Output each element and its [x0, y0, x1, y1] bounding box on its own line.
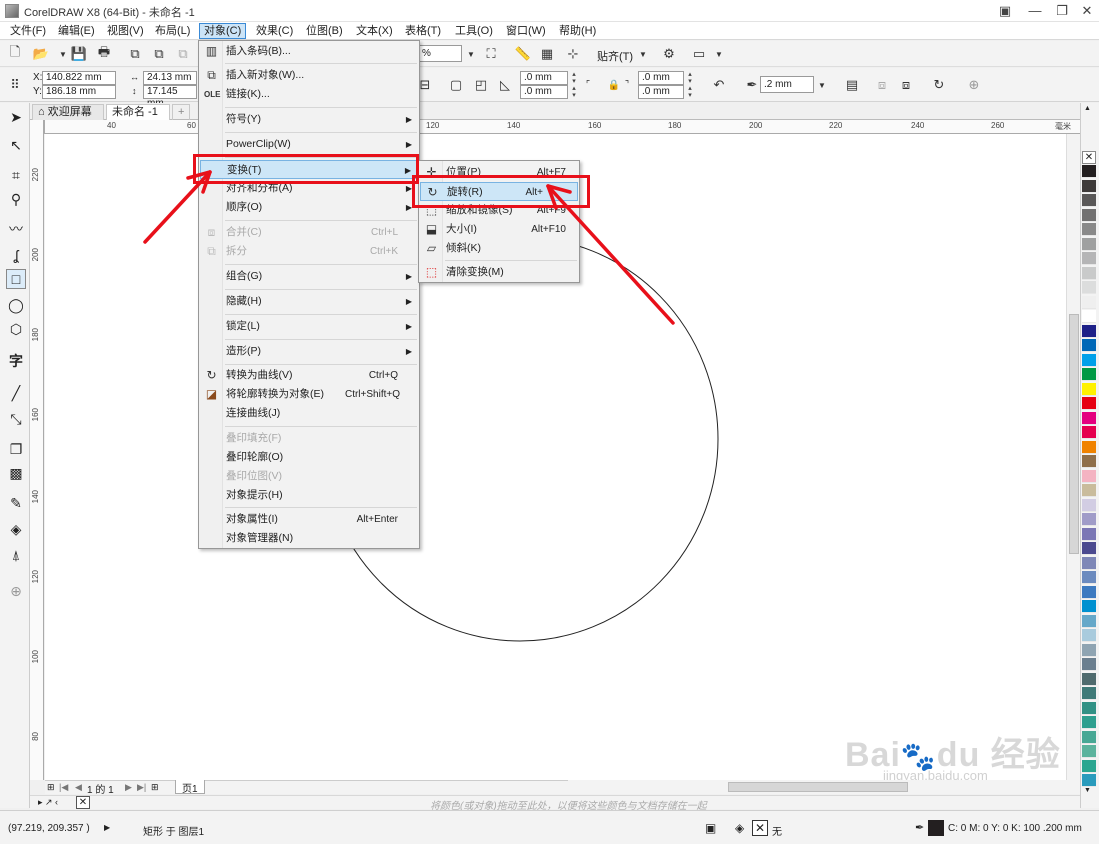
arrow-to-rotate — [546, 184, 675, 325]
annotation-arrows — [143, 170, 675, 325]
arrow-to-transform — [143, 170, 212, 244]
